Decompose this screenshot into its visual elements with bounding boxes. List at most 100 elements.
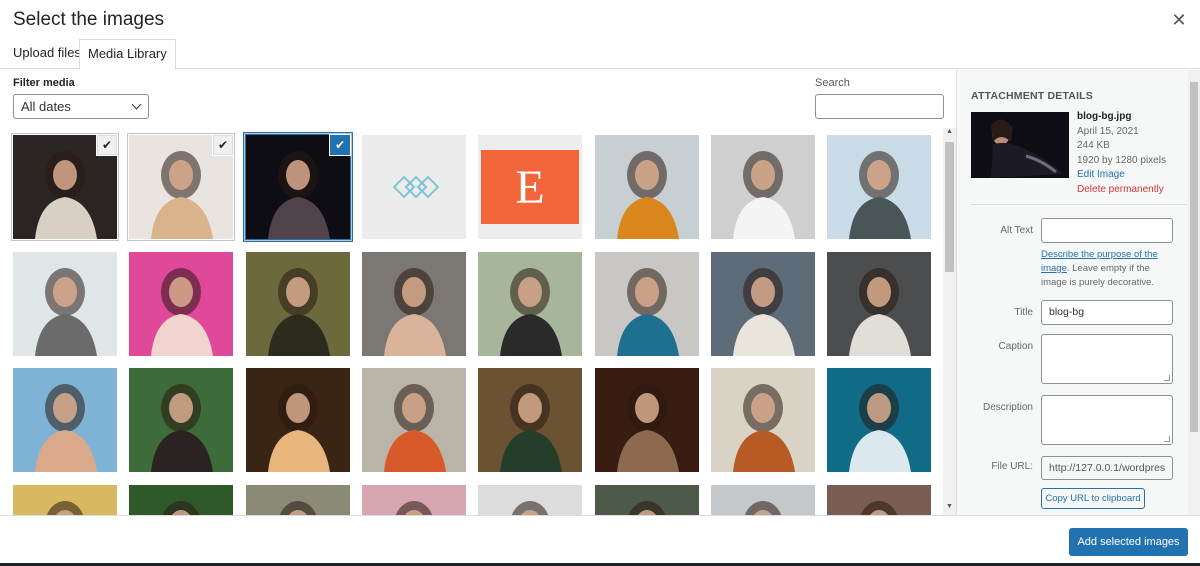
media-thumbnail[interactable] xyxy=(478,252,582,356)
media-thumbnail[interactable] xyxy=(595,368,699,472)
media-thumbnail[interactable] xyxy=(595,135,699,239)
thumbnail-image xyxy=(13,485,117,515)
thumbnail-image xyxy=(362,368,466,472)
thumbnail-image xyxy=(13,368,117,472)
thumbnail-image xyxy=(711,485,815,515)
thumbnail-image xyxy=(246,368,350,472)
add-selected-images-button[interactable]: Add selected images xyxy=(1069,528,1188,556)
media-thumbnail[interactable]: ✔ xyxy=(11,133,119,241)
scroll-thumb[interactable] xyxy=(945,142,954,272)
media-thumbnail[interactable] xyxy=(827,368,931,472)
attachment-thumbnail xyxy=(971,112,1069,178)
alt-text-label: Alt Text xyxy=(1000,225,1033,236)
tab-media-library[interactable]: Media Library xyxy=(79,39,176,70)
filter-media-label: Filter media xyxy=(13,77,75,89)
checkmark-icon[interactable]: ✔ xyxy=(97,135,117,155)
description-field[interactable] xyxy=(1041,395,1173,445)
search-label: Search xyxy=(815,77,850,89)
media-thumbnail[interactable] xyxy=(246,485,350,515)
media-modal: Select the images ✕ Upload files Media L… xyxy=(0,0,1200,566)
media-thumbnail[interactable] xyxy=(129,252,233,356)
date-filter-value: All dates xyxy=(21,99,71,114)
checkmark-icon[interactable]: ✔ xyxy=(213,135,233,155)
grid-scrollbar[interactable]: ▲ ▼ xyxy=(943,128,956,515)
thumbnail-image xyxy=(827,368,931,472)
media-thumbnail[interactable] xyxy=(595,485,699,515)
media-thumbnail[interactable] xyxy=(711,485,815,515)
thumbnail-image xyxy=(827,485,931,515)
thumbnail-image xyxy=(478,485,582,515)
search-input[interactable] xyxy=(815,94,944,119)
tab-upload-files[interactable]: Upload files xyxy=(5,39,89,69)
close-icon[interactable]: ✕ xyxy=(1168,9,1190,31)
thumbnail-image xyxy=(595,252,699,356)
media-thumbnail[interactable] xyxy=(478,485,582,515)
media-thumbnail[interactable]: E xyxy=(478,135,582,239)
attachment-filesize: 244 KB xyxy=(1077,140,1110,151)
thumbnail-image xyxy=(827,135,931,239)
title-field[interactable]: blog-bg xyxy=(1041,300,1173,325)
media-thumbnail[interactable] xyxy=(362,485,466,515)
thumbnail-image xyxy=(362,252,466,356)
thumbnail-image xyxy=(478,252,582,356)
attachment-details-panel: ATTACHMENT DETAILS blog-bg.jpg April 15,… xyxy=(956,70,1200,515)
attachment-filename: blog-bg.jpg xyxy=(1077,111,1132,122)
media-thumbnail[interactable] xyxy=(13,368,117,472)
scroll-up-icon[interactable]: ▲ xyxy=(943,128,956,140)
date-filter-select[interactable]: All dates xyxy=(13,94,149,119)
thumbnail-image xyxy=(711,252,815,356)
modal-title: Select the images xyxy=(13,9,165,30)
attachment-dimensions: 1920 by 1280 pixels xyxy=(1077,154,1166,166)
media-thumbnail[interactable] xyxy=(362,368,466,472)
media-thumbnail[interactable] xyxy=(711,135,815,239)
thumbnail-image xyxy=(595,368,699,472)
media-thumbnail[interactable]: ✔ xyxy=(127,133,235,241)
edit-image-link[interactable]: Edit Image xyxy=(1077,168,1166,183)
media-thumbnail[interactable] xyxy=(129,368,233,472)
thumbnail-image xyxy=(129,485,233,515)
svg-text:E: E xyxy=(515,161,544,214)
resize-handle-icon[interactable] xyxy=(1164,375,1170,381)
alt-text-help: Describe the purpose of the image. Leave… xyxy=(1041,248,1175,290)
media-thumbnail[interactable] xyxy=(246,368,350,472)
resize-handle-icon[interactable] xyxy=(1164,436,1170,442)
caption-field[interactable] xyxy=(1041,334,1173,384)
thumbnail-image xyxy=(362,485,466,515)
media-thumbnail[interactable] xyxy=(827,485,931,515)
attachment-details-heading: ATTACHMENT DETAILS xyxy=(971,90,1094,102)
thumbnail-image xyxy=(478,368,582,472)
details-scroll-thumb[interactable] xyxy=(1190,82,1198,432)
media-thumbnail[interactable] xyxy=(478,368,582,472)
thumbnail-image xyxy=(129,252,233,356)
media-thumbnail[interactable] xyxy=(13,485,117,515)
media-thumbnail[interactable] xyxy=(827,252,931,356)
details-scrollbar[interactable] xyxy=(1188,70,1200,515)
thumbnail-image xyxy=(13,252,117,356)
media-thumbnail[interactable] xyxy=(827,135,931,239)
thumbnail-image: E xyxy=(478,135,582,239)
thumbnail-image xyxy=(129,368,233,472)
media-thumbnail[interactable] xyxy=(13,252,117,356)
alt-text-field[interactable] xyxy=(1041,218,1173,243)
media-thumbnail[interactable]: ✔ xyxy=(244,133,352,241)
attachments-grid: ✔ ✔ ✔ E xyxy=(0,128,956,515)
media-thumbnail[interactable] xyxy=(246,252,350,356)
media-thumbnail[interactable] xyxy=(129,485,233,515)
media-thumbnail[interactable] xyxy=(362,252,466,356)
attachment-info: blog-bg.jpg April 15, 2021 244 KB 1920 b… xyxy=(1077,110,1166,197)
media-thumbnail[interactable] xyxy=(362,135,466,239)
media-thumbnail[interactable] xyxy=(711,252,815,356)
description-label: Description xyxy=(982,402,1033,413)
media-thumbnail[interactable] xyxy=(595,252,699,356)
checkmark-icon[interactable]: ✔ xyxy=(330,135,350,155)
scroll-down-icon[interactable]: ▼ xyxy=(943,503,956,515)
file-url-label: File URL: xyxy=(991,461,1033,472)
caption-label: Caption xyxy=(998,341,1033,352)
thumbnail-image xyxy=(362,135,466,239)
file-url-field[interactable]: http://127.0.0.1/wordpres xyxy=(1041,456,1173,480)
copy-url-button[interactable]: Copy URL to clipboard xyxy=(1041,488,1145,509)
thumbnail-image xyxy=(246,252,350,356)
modal-footer: Add selected images xyxy=(0,515,1200,566)
media-thumbnail[interactable] xyxy=(711,368,815,472)
delete-permanently-link[interactable]: Delete permanently xyxy=(1077,183,1166,198)
